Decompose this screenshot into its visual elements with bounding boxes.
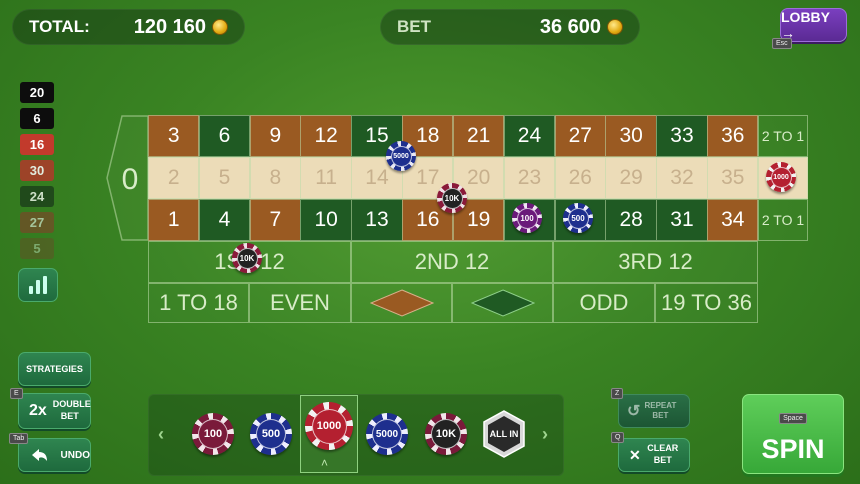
bet-odd[interactable]: ODD <box>553 283 655 323</box>
chart-bars-icon <box>29 286 33 294</box>
number-cell[interactable]: 32 <box>656 157 708 199</box>
esc-key-hint: Esc <box>772 38 792 49</box>
q-key-hint: Q <box>611 432 625 443</box>
placed-chip[interactable]: 100 <box>512 203 542 233</box>
lobby-button[interactable]: LOBBY → <box>780 8 847 42</box>
number-cell[interactable]: 4 <box>198 199 251 241</box>
bet-red[interactable] <box>351 283 452 323</box>
number-cell[interactable]: 29 <box>605 157 657 199</box>
column-bet-bottom[interactable]: 2 TO 1 <box>758 199 808 241</box>
number-cell[interactable]: 21 <box>452 115 505 157</box>
bet-black[interactable] <box>452 283 553 323</box>
zero-label: 0 <box>122 163 139 196</box>
number-cell[interactable]: 2 <box>148 157 200 199</box>
strategies-button[interactable]: STRATEGIES <box>18 352 91 386</box>
chip-10k[interactable]: 10K <box>425 413 467 455</box>
number-cell[interactable]: 27 <box>554 115 606 157</box>
close-icon: ✕ <box>629 446 641 463</box>
number-cell[interactable]: 33 <box>656 115 708 157</box>
double-bet-label: DOUBLE BET <box>52 399 91 421</box>
history-item: 5 <box>20 238 54 259</box>
spin-button[interactable]: Space SPIN <box>742 394 844 474</box>
number-cell[interactable]: 26 <box>554 157 606 199</box>
number-cell[interactable]: 9 <box>249 115 301 157</box>
number-cell[interactable]: 8 <box>249 157 301 199</box>
bet-1-to-18[interactable]: 1 TO 18 <box>148 283 249 323</box>
total-balance: TOTAL: 120 160 <box>12 9 245 45</box>
red-diamond-icon <box>369 289 434 317</box>
column-bet-top[interactable]: 2 TO 1 <box>758 115 808 157</box>
number-cell[interactable]: 12 <box>300 115 352 157</box>
black-diamond-icon <box>470 289 535 317</box>
dozen-third[interactable]: 3RD 12 <box>553 241 758 283</box>
chip-100[interactable]: 100 <box>192 413 234 455</box>
bet-even[interactable]: EVEN <box>249 283 351 323</box>
undo-label: UNDO <box>60 449 90 461</box>
chevron-left-icon[interactable]: ‹ <box>158 424 164 445</box>
bet-19-to-36[interactable]: 19 TO 36 <box>655 283 758 323</box>
e-key-hint: E <box>10 388 23 399</box>
placed-chip[interactable]: 10K <box>437 183 467 213</box>
number-cell[interactable]: 1 <box>148 199 200 241</box>
history-item: 16 <box>20 134 54 155</box>
repeat-bet-label: REPEAT BET <box>644 400 677 420</box>
history-item: 27 <box>20 212 54 233</box>
number-cell[interactable]: 11 <box>300 157 352 199</box>
history-item: 24 <box>20 186 54 207</box>
coin-icon <box>212 19 228 35</box>
chip-5000[interactable]: 5000 <box>366 413 408 455</box>
undo-button[interactable]: UNDO <box>18 438 91 472</box>
number-cell[interactable]: 35 <box>707 157 759 199</box>
chevron-up-icon: ˄ <box>321 456 329 470</box>
space-key-hint: Space <box>779 413 807 424</box>
total-label: TOTAL: <box>29 17 90 36</box>
number-cell[interactable]: 13 <box>351 199 403 241</box>
number-cell[interactable]: 24 <box>503 115 556 157</box>
number-cell[interactable]: 28 <box>605 199 657 241</box>
number-cell[interactable]: 30 <box>605 115 657 157</box>
zero-cell[interactable]: 0 <box>106 115 150 241</box>
clear-bet-button[interactable]: ✕ CLEAR BET <box>618 438 690 472</box>
history-item: 20 <box>20 82 54 103</box>
number-cell[interactable]: 31 <box>656 199 708 241</box>
double-bet-button[interactable]: 2x DOUBLE BET <box>18 393 91 429</box>
placed-chip[interactable]: 5000 <box>386 141 416 171</box>
history-item: 6 <box>20 108 54 129</box>
bet-value: 36 600 <box>539 15 601 38</box>
placed-chip[interactable]: 500 <box>563 203 593 233</box>
history-item: 30 <box>20 160 54 181</box>
bet-label: BET <box>397 17 431 36</box>
number-cell[interactable]: 23 <box>503 157 556 199</box>
number-cell[interactable]: 3 <box>148 115 200 157</box>
coin-icon <box>607 19 623 35</box>
number-cell[interactable]: 36 <box>707 115 759 157</box>
clear-bet-label: CLEAR BET <box>647 443 679 465</box>
z-key-hint: Z <box>611 388 624 399</box>
statistics-button[interactable] <box>18 268 58 302</box>
number-cell[interactable]: 7 <box>249 199 301 241</box>
undo-arrow-icon <box>32 449 47 461</box>
dozen-second[interactable]: 2ND 12 <box>351 241 553 283</box>
placed-chip[interactable]: 10K <box>232 243 262 273</box>
spin-label: SPIN <box>761 434 825 464</box>
bet-total: BET 36 600 <box>380 9 640 45</box>
number-cell[interactable]: 5 <box>198 157 251 199</box>
chevron-right-icon[interactable]: › <box>542 424 548 445</box>
repeat-bet-button[interactable]: ↺ REPEAT BET <box>618 394 690 428</box>
chip-1000[interactable]: 1000 <box>305 402 353 450</box>
number-cell[interactable]: 34 <box>707 199 759 241</box>
tab-key-hint: Tab <box>9 433 29 444</box>
double-prefix: 2x <box>29 402 47 419</box>
number-cell[interactable]: 10 <box>300 199 352 241</box>
total-value: 120 160 <box>133 15 206 38</box>
repeat-icon: ↺ <box>627 403 641 420</box>
number-cell[interactable]: 6 <box>198 115 251 157</box>
placed-chip[interactable]: 1000 <box>766 162 796 192</box>
chip-all-in[interactable]: ALL IN <box>480 410 528 458</box>
chip-500[interactable]: 500 <box>250 413 292 455</box>
